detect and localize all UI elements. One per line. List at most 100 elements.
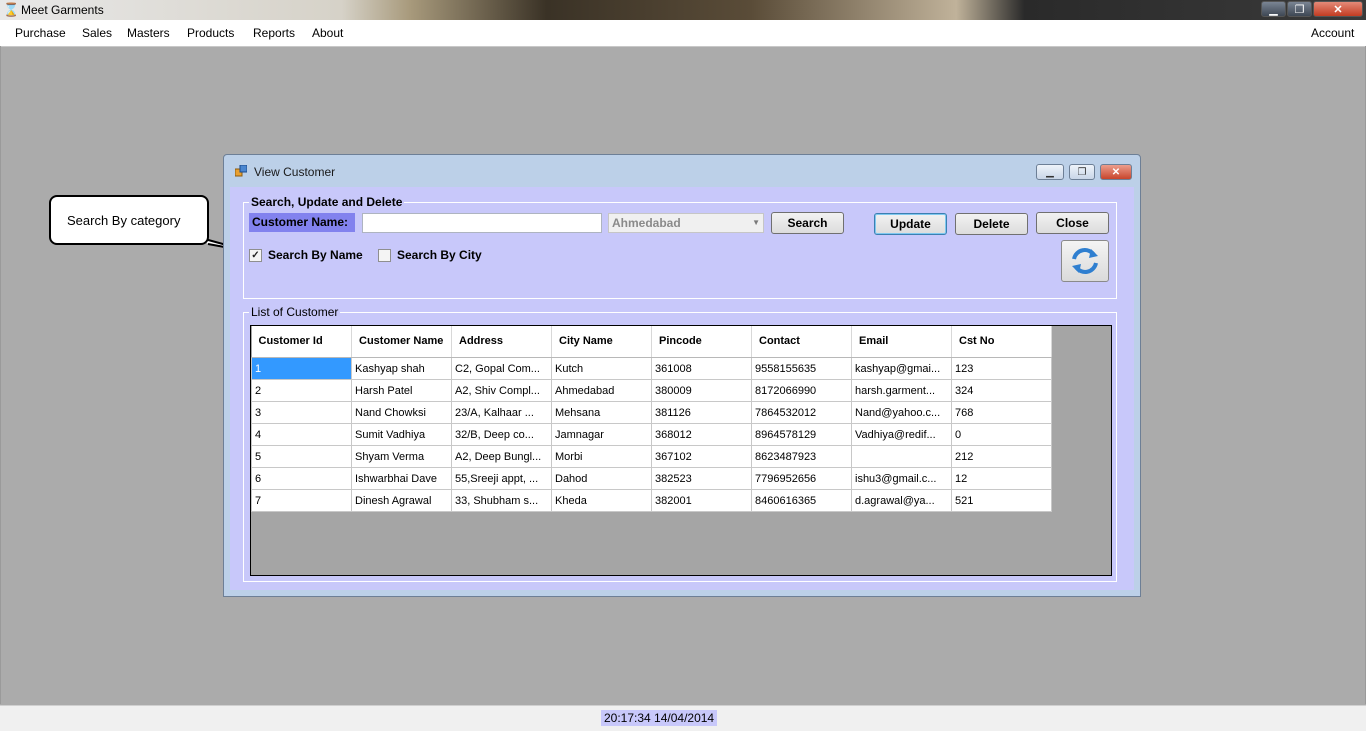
table-row[interactable]: 5 Shyam Verma A2, Deep Bungl... Morbi 367102… <box>251 445 1052 468</box>
table-cell[interactable]: Harsh Patel <box>351 379 452 402</box>
table-cell[interactable]: ishu3@gmail.c... <box>851 467 952 490</box>
table-cell[interactable]: 382001 <box>651 489 752 512</box>
table-cell[interactable]: 8964578129 <box>751 423 852 446</box>
table-cell[interactable]: Dahod <box>551 467 652 490</box>
table-row[interactable]: 7 Dinesh Agrawal 33, Shubham s... Kheda 3820… <box>251 489 1052 512</box>
table-cell[interactable]: A2, Shiv Compl... <box>451 379 552 402</box>
table-cell[interactable]: 0 <box>951 423 1052 446</box>
table-cell[interactable]: kashyap@gmai... <box>851 357 952 380</box>
search-by-name-label: Search By Name <box>268 248 363 262</box>
city-dropdown[interactable]: Ahmedabad ▼ <box>608 213 764 233</box>
table-cell[interactable]: Shyam Verma <box>351 445 452 468</box>
menu-about[interactable]: About <box>312 26 343 40</box>
table-cell[interactable]: 7796952656 <box>751 467 852 490</box>
table-cell[interactable]: Ishwarbhai Dave <box>351 467 452 490</box>
table-cell[interactable]: 123 <box>951 357 1052 380</box>
table-cell[interactable]: 8172066990 <box>751 379 852 402</box>
column-header[interactable]: Address <box>451 326 552 358</box>
table-cell[interactable]: 33, Shubham s... <box>451 489 552 512</box>
column-header[interactable]: City Name <box>551 326 652 358</box>
table-cell[interactable]: 367102 <box>651 445 752 468</box>
table-row[interactable]: 1 Kashyap shah C2, Gopal Com... Kutch 361008… <box>251 357 1052 380</box>
table-cell[interactable]: 4 <box>251 423 352 446</box>
table-cell[interactable]: 7864532012 <box>751 401 852 424</box>
table-cell[interactable]: Nand Chowksi <box>351 401 452 424</box>
customer-name-input[interactable] <box>362 213 602 233</box>
table-cell[interactable]: C2, Gopal Com... <box>451 357 552 380</box>
menu-reports[interactable]: Reports <box>253 26 295 40</box>
column-header[interactable]: Contact <box>751 326 852 358</box>
table-cell[interactable]: harsh.garment... <box>851 379 952 402</box>
table-cell[interactable]: 382523 <box>651 467 752 490</box>
child-maximize-button[interactable]: ❐ <box>1069 164 1095 180</box>
menu-products[interactable]: Products <box>187 26 234 40</box>
close-window-button[interactable]: ✕ <box>1313 1 1363 17</box>
table-cell[interactable]: d.agrawal@ya... <box>851 489 952 512</box>
table-cell[interactable]: Morbi <box>551 445 652 468</box>
table-cell[interactable]: Kheda <box>551 489 652 512</box>
table-row[interactable]: 3 Nand Chowksi 23/A, Kalhaar ... Mehsana 381… <box>251 401 1052 424</box>
table-cell[interactable]: Jamnagar <box>551 423 652 446</box>
city-dropdown-value: Ahmedabad <box>612 216 681 230</box>
table-cell[interactable]: 1 <box>251 357 352 380</box>
child-close-button[interactable]: ✕ <box>1100 164 1132 180</box>
search-by-name-checkbox[interactable]: ✓ Search By Name <box>249 248 363 262</box>
table-row[interactable]: 4 Sumit Vadhiya 32/B, Deep co... Jamnagar 36… <box>251 423 1052 446</box>
menu-sales[interactable]: Sales <box>82 26 112 40</box>
customer-table: Customer Id Customer Name Address City Name… <box>251 326 1052 512</box>
table-cell[interactable]: 7 <box>251 489 352 512</box>
table-cell[interactable]: 212 <box>951 445 1052 468</box>
table-cell[interactable]: A2, Deep Bungl... <box>451 445 552 468</box>
checkbox-checked-icon[interactable]: ✓ <box>249 248 262 262</box>
table-cell[interactable]: 32/B, Deep co... <box>451 423 552 446</box>
table-cell[interactable]: 380009 <box>651 379 752 402</box>
table-cell[interactable]: 8623487923 <box>751 445 852 468</box>
table-cell[interactable]: 6 <box>251 467 352 490</box>
table-cell[interactable]: 23/A, Kalhaar ... <box>451 401 552 424</box>
checkbox-empty-icon[interactable] <box>378 248 391 262</box>
customer-grid[interactable]: Customer Id Customer Name Address City Name… <box>250 325 1112 576</box>
menu-purchase[interactable]: Purchase <box>15 26 66 40</box>
table-cell[interactable]: 55,Sreeji appt, ... <box>451 467 552 490</box>
table-cell[interactable] <box>851 445 952 468</box>
table-row[interactable]: 6 Ishwarbhai Dave 55,Sreeji appt, ... Dahod… <box>251 467 1052 490</box>
table-cell[interactable]: 368012 <box>651 423 752 446</box>
close-button[interactable]: Close <box>1036 212 1109 234</box>
child-minimize-button[interactable]: ▁ <box>1036 164 1064 180</box>
chevron-down-icon[interactable]: ▼ <box>752 214 760 232</box>
search-by-city-checkbox[interactable]: Search By City <box>378 248 482 262</box>
table-cell[interactable]: 12 <box>951 467 1052 490</box>
column-header[interactable]: Customer Id <box>251 326 352 358</box>
update-button[interactable]: Update <box>874 213 947 235</box>
minimize-button[interactable]: ▁ <box>1261 1 1286 17</box>
table-cell[interactable]: 2 <box>251 379 352 402</box>
table-cell[interactable]: 3 <box>251 401 352 424</box>
column-header[interactable]: Customer Name <box>351 326 452 358</box>
table-cell[interactable]: 361008 <box>651 357 752 380</box>
table-cell[interactable]: Sumit Vadhiya <box>351 423 452 446</box>
table-cell[interactable]: 8460616365 <box>751 489 852 512</box>
table-cell[interactable]: Ahmedabad <box>551 379 652 402</box>
table-cell[interactable]: Nand@yahoo.c... <box>851 401 952 424</box>
table-cell[interactable]: 521 <box>951 489 1052 512</box>
refresh-button[interactable] <box>1061 240 1109 282</box>
table-cell[interactable]: Mehsana <box>551 401 652 424</box>
menu-masters[interactable]: Masters <box>127 26 170 40</box>
table-cell[interactable]: Vadhiya@redif... <box>851 423 952 446</box>
maximize-button[interactable]: ❐ <box>1287 1 1312 17</box>
table-cell[interactable]: 768 <box>951 401 1052 424</box>
table-cell[interactable]: 5 <box>251 445 352 468</box>
column-header[interactable]: Email <box>851 326 952 358</box>
table-cell[interactable]: Kashyap shah <box>351 357 452 380</box>
table-cell[interactable]: Dinesh Agrawal <box>351 489 452 512</box>
column-header[interactable]: Cst No <box>951 326 1052 358</box>
table-cell[interactable]: 9558155635 <box>751 357 852 380</box>
table-cell[interactable]: 381126 <box>651 401 752 424</box>
table-row[interactable]: 2 Harsh Patel A2, Shiv Compl... Ahmedabad 38… <box>251 379 1052 402</box>
table-cell[interactable]: Kutch <box>551 357 652 380</box>
delete-button[interactable]: Delete <box>955 213 1028 235</box>
search-button[interactable]: Search <box>771 212 844 234</box>
table-cell[interactable]: 324 <box>951 379 1052 402</box>
column-header[interactable]: Pincode <box>651 326 752 358</box>
menu-account[interactable]: Account <box>1311 26 1354 40</box>
